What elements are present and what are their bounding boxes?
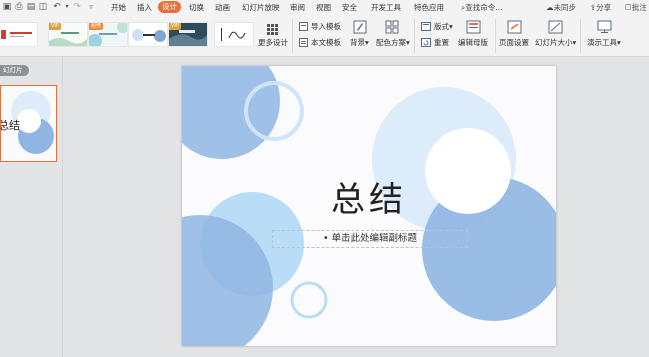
tab-view[interactable]: 视图: [316, 2, 331, 13]
thumbnail-title: 总结: [0, 119, 20, 132]
import-template-button[interactable]: 导入模板: [311, 22, 341, 32]
comment-icon: ☐: [625, 3, 632, 12]
slide-title[interactable]: 总结: [182, 178, 556, 222]
tab-developer[interactable]: 开发工具: [371, 2, 401, 13]
presenter-tools-button[interactable]: 演示工具▾: [587, 38, 621, 48]
tab-animations[interactable]: 动画: [215, 2, 230, 13]
template-thumb-5[interactable]: VIP: [168, 22, 208, 47]
page-setup-icon: [507, 20, 522, 36]
template-preview: [129, 23, 167, 46]
ribbon-divider: [495, 19, 496, 53]
template-preview: [1, 30, 32, 39]
color-scheme-icon: [385, 20, 399, 36]
slide-canvas[interactable]: 总结 • 单击此处编辑副标题: [182, 66, 556, 346]
vip-badge: VIP: [49, 23, 61, 30]
share-button[interactable]: ⇪分享: [590, 2, 611, 13]
subtitle-placeholder[interactable]: • 单击此处编辑副标题: [272, 230, 468, 248]
save-icon[interactable]: ▣: [2, 2, 12, 12]
background-button[interactable]: 背景▾: [350, 38, 369, 48]
tab-security[interactable]: 安全: [342, 2, 357, 13]
layout-icon: [421, 22, 431, 33]
ribbon-design: VIP 稻壳 VIP 更多设计 导入模板 本文模板 背景▾ 配色方案▾ 版式▾ …: [0, 15, 649, 57]
redo-icon[interactable]: ↷: [72, 2, 82, 12]
more-design-button[interactable]: 更多设计: [258, 38, 288, 48]
search-command[interactable]: ⌕查找命令...: [461, 2, 502, 13]
slide-thumbnail-1[interactable]: 总结: [0, 85, 57, 162]
ring-bottom: [290, 281, 328, 319]
ribbon-divider: [414, 19, 415, 53]
tab-transitions[interactable]: 切换: [189, 2, 204, 13]
slide-subtitle: • 单击此处编辑副标题: [322, 233, 418, 244]
page-setup-button[interactable]: 页面设置: [499, 38, 529, 48]
tab-insert[interactable]: 插入: [137, 2, 152, 13]
customize-dropdown-icon[interactable]: ▿: [86, 2, 96, 12]
circle-top-left: [182, 66, 280, 159]
print-icon[interactable]: ▤: [26, 2, 36, 12]
layout-button[interactable]: 版式▾: [434, 22, 453, 32]
slide-thumbnail-panel: 幻灯片 总结: [0, 57, 63, 357]
menu-bar: ▣ ⎙ ▤ ◫ ↶ ▾ ↷ ▿ 开始 插入 设计 切换 动画 幻灯片放映 审阅 …: [0, 0, 649, 15]
template-thumb-6[interactable]: [214, 22, 254, 47]
import-template-icon: [299, 22, 308, 33]
ribbon-divider: [580, 19, 581, 53]
edit-master-button[interactable]: 编辑母版: [458, 38, 488, 48]
tab-home[interactable]: 开始: [111, 2, 126, 13]
presenter-tools-icon: [597, 20, 612, 36]
sync-status[interactable]: ☁未同步: [546, 2, 576, 13]
preview-icon[interactable]: ◫: [38, 2, 48, 12]
color-scheme-button[interactable]: 配色方案▾: [376, 38, 410, 48]
tab-features[interactable]: 特色应用: [414, 2, 444, 13]
cloud-icon: ☁: [546, 3, 554, 12]
export-icon[interactable]: ⎙: [14, 2, 24, 12]
more-design-icon: [267, 24, 278, 37]
template-thumb-3[interactable]: 稻壳: [88, 22, 128, 47]
reset-icon: [421, 38, 431, 49]
body-template-button[interactable]: 本文模板: [311, 38, 341, 48]
template-thumb-1[interactable]: [0, 22, 38, 47]
template-thumb-2[interactable]: VIP: [48, 22, 88, 47]
tab-slideshow[interactable]: 幻灯片放映: [242, 2, 280, 13]
tab-review[interactable]: 审阅: [290, 2, 305, 13]
undo-icon[interactable]: ↶: [52, 2, 62, 12]
slide-size-button[interactable]: 幻灯片大小▾: [535, 38, 576, 48]
template-preview: [215, 23, 253, 46]
slides-tab[interactable]: 幻灯片: [0, 65, 29, 76]
reset-button[interactable]: 重置: [434, 38, 449, 48]
background-icon: [353, 20, 367, 36]
ribbon-divider: [292, 19, 293, 53]
tab-design[interactable]: 设计: [158, 1, 181, 13]
vip-badge: VIP: [169, 23, 181, 30]
comment-button[interactable]: ☐批注: [625, 2, 647, 13]
edit-master-icon: [466, 20, 481, 36]
undo-dropdown-icon[interactable]: ▾: [62, 2, 72, 12]
slide-size-icon: [548, 20, 563, 36]
template-thumb-4[interactable]: [128, 22, 168, 47]
daoke-badge: 稻壳: [89, 23, 104, 30]
body-template-icon: [299, 38, 308, 49]
